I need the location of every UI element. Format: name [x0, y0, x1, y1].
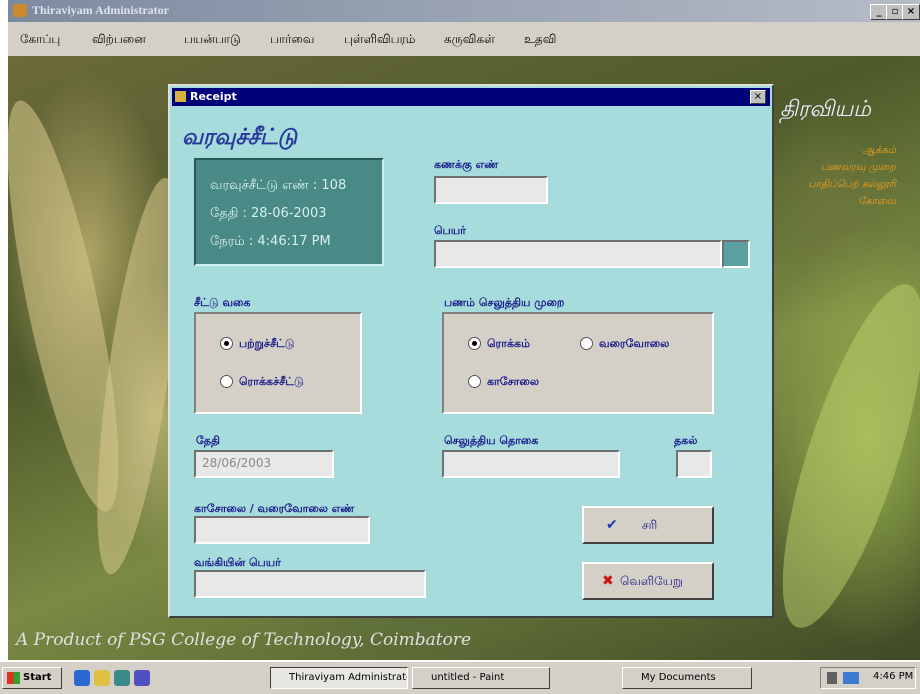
radio-label: ரொக்கச்சீட்டு	[239, 375, 304, 388]
receipt-type-option-cash[interactable]: ரொக்கச்சீட்டு	[220, 374, 304, 390]
side-caption-line: ஆக்கம்	[862, 145, 897, 156]
system-tray: 4:46 PM	[820, 667, 916, 689]
menu-usage[interactable]: பயன்பாடு	[184, 32, 241, 48]
media-icon[interactable]	[134, 670, 150, 686]
bank-name-input[interactable]	[194, 570, 426, 598]
dialog-titlebar[interactable]: Receipt ×	[172, 88, 770, 106]
receipt-type-option-debit[interactable]: பற்றுச்சீட்டு	[220, 336, 295, 352]
task-my-documents[interactable]: My Documents	[622, 667, 752, 689]
account-no-input[interactable]	[434, 176, 548, 204]
date-input[interactable]: 28/06/2003	[194, 450, 334, 478]
exit-button[interactable]: ✖ வெளியேறு	[582, 562, 714, 600]
receipt-dialog: Receipt × வரவுச்சீட்டு வரவுச்சீட்டு எண் …	[168, 84, 774, 618]
dialog-title: Receipt	[190, 90, 237, 103]
unit-input[interactable]	[676, 450, 712, 478]
receipt-type-group: பற்றுச்சீட்டு ரொக்கச்சீட்டு	[194, 312, 362, 414]
receipt-info-panel: வரவுச்சீட்டு எண் : 108 தேதி : 28-06-2003…	[194, 158, 384, 266]
menu-help[interactable]: உதவி	[524, 32, 556, 48]
outlook-icon[interactable]	[94, 670, 110, 686]
app-brand-title: திரவியம்	[780, 97, 871, 122]
network-icon[interactable]	[843, 672, 859, 684]
speaker-icon[interactable]	[827, 672, 837, 684]
payment-mode-group: ரொக்கம் வரைவோலை காசோலை	[442, 312, 714, 414]
ok-button[interactable]: ✔ சரி	[582, 506, 714, 544]
radio-label: பற்றுச்சீட்டு	[239, 337, 295, 350]
start-button[interactable]: Start	[2, 667, 62, 689]
cheque-no-input[interactable]	[194, 516, 370, 544]
desktop-icon[interactable]	[114, 670, 130, 686]
ok-button-label: சரி	[642, 518, 658, 532]
cross-icon: ✖	[602, 573, 614, 589]
radio-label: வரைவோலை	[599, 337, 670, 350]
menu-bar: கோப்பு விற்பனை பயன்பாடு பார்வை புள்ளிவிப…	[8, 22, 920, 56]
payment-mode-label: பணம் செலுத்திய முறை	[444, 296, 565, 309]
taskbar: Start Thiraviyam Administrator untitled …	[0, 660, 920, 694]
corn-stalk-decoration	[754, 270, 920, 642]
amount-label: செலுத்திய தொகை	[444, 434, 539, 447]
unit-label: தகல்	[674, 434, 698, 447]
receipt-date: தேதி : 28-06-2003	[210, 206, 327, 221]
side-caption-line: பணவரவு முறை	[820, 162, 896, 173]
amount-input[interactable]	[442, 450, 620, 478]
cheque-no-label: காசோலை / வரைவோலை எண்	[194, 502, 355, 515]
exit-button-label: வெளியேறு	[620, 574, 683, 588]
name-label: பெயர்	[434, 224, 466, 237]
radio-selected-icon	[468, 337, 481, 350]
menu-tools[interactable]: கருவிகள்	[444, 32, 495, 48]
ie-icon[interactable]	[74, 670, 90, 686]
app-title: Thiraviyam Administrator	[32, 3, 169, 17]
payment-option-cash[interactable]: ரொக்கம்	[468, 336, 530, 352]
menu-sales[interactable]: விற்பனை	[92, 32, 146, 48]
radio-selected-icon	[220, 337, 233, 350]
dialog-icon	[175, 91, 186, 102]
radio-icon	[220, 375, 233, 388]
app-titlebar[interactable]: Thiraviyam Administrator _ ▫ ×	[8, 0, 920, 22]
check-icon: ✔	[606, 517, 618, 533]
receipt-time: நேரம் : 4:46:17 PM	[210, 234, 331, 249]
receipt-type-label: சீட்டு வகை	[194, 296, 251, 309]
menu-view[interactable]: பார்வை	[270, 32, 314, 48]
account-no-label: கணக்கு எண்	[434, 158, 499, 171]
radio-label: காசோலை	[487, 375, 539, 388]
clock[interactable]: 4:46 PM	[873, 671, 913, 682]
date-label: தேதி	[196, 434, 220, 447]
radio-icon	[580, 337, 593, 350]
start-label: Start	[23, 672, 52, 683]
receipt-number: வரவுச்சீட்டு எண் : 108	[210, 178, 347, 193]
app-icon	[13, 4, 27, 17]
windows-logo-icon	[7, 672, 20, 684]
bank-name-label: வங்கியின் பெயர்	[194, 556, 281, 569]
payment-option-cheque[interactable]: காசோலை	[468, 374, 539, 390]
menu-statistics[interactable]: புள்ளிவிபரம்	[344, 32, 415, 48]
dialog-heading: வரவுச்சீட்டு	[182, 124, 297, 150]
radio-icon	[468, 375, 481, 388]
radio-label: ரொக்கம்	[487, 337, 530, 350]
side-caption-line: பாதிப்பெற் கல்லூரி	[808, 179, 896, 190]
task-thiraviyam[interactable]: Thiraviyam Administrator	[270, 667, 408, 689]
footer-credit: A Product of PSG College of Technology, …	[16, 630, 472, 650]
menu-file[interactable]: கோப்பு	[20, 32, 60, 48]
name-dropdown-button[interactable]	[722, 240, 750, 268]
side-caption-line: கோவை	[858, 196, 896, 207]
task-paint[interactable]: untitled - Paint	[412, 667, 550, 689]
dialog-close-button[interactable]: ×	[750, 90, 766, 104]
name-input[interactable]	[434, 240, 722, 268]
close-button[interactable]: ×	[902, 4, 920, 20]
payment-option-draft[interactable]: வரைவோலை	[580, 336, 669, 352]
